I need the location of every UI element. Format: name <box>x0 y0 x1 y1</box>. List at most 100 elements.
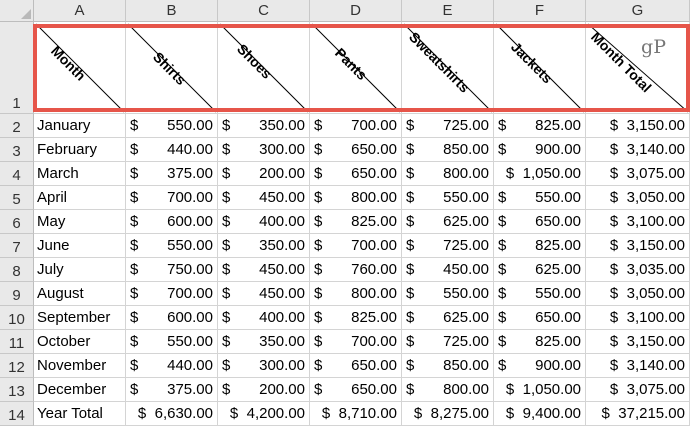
cell-amount[interactable]: $825.00 <box>310 210 402 234</box>
column-header-b[interactable]: B <box>126 0 218 22</box>
cell-amount[interactable]: $550.00 <box>494 186 586 210</box>
cell-amount[interactable]: $300.00 <box>218 138 310 162</box>
cell-amount[interactable]: $300.00 <box>218 354 310 378</box>
header-cell-month-total[interactable]: Month Total <box>586 22 690 114</box>
cell-month[interactable]: April <box>34 186 126 210</box>
cell-amount[interactable]: $450.00 <box>218 186 310 210</box>
cell-amount[interactable]: $350.00 <box>218 114 310 138</box>
cell-amount[interactable]: $650.00 <box>310 162 402 186</box>
cell-amount[interactable]: $625.00 <box>402 306 494 330</box>
cell-amount[interactable]: $650.00 <box>310 354 402 378</box>
cell-amount[interactable]: $850.00 <box>402 354 494 378</box>
select-all-corner[interactable] <box>0 0 34 22</box>
cell-amount[interactable]: $600.00 <box>126 306 218 330</box>
cell-amount[interactable]: $825.00 <box>494 330 586 354</box>
cell-amount[interactable]: $700.00 <box>310 234 402 258</box>
cell-amount[interactable]: $8,275.00 <box>402 402 494 426</box>
cell-amount[interactable]: $800.00 <box>310 282 402 306</box>
column-header-f[interactable]: F <box>494 0 586 22</box>
header-cell-pants[interactable]: Pants <box>310 22 402 114</box>
cell-amount[interactable]: $37,215.00 <box>586 402 690 426</box>
cell-amount[interactable]: $550.00 <box>126 114 218 138</box>
cell-month[interactable]: September <box>34 306 126 330</box>
header-cell-shirts[interactable]: Shirts <box>126 22 218 114</box>
cell-amount[interactable]: $625.00 <box>494 258 586 282</box>
cell-amount[interactable]: $700.00 <box>126 282 218 306</box>
cell-amount[interactable]: $440.00 <box>126 138 218 162</box>
cell-month[interactable]: Year Total <box>34 402 126 426</box>
cell-amount[interactable]: $3,140.00 <box>586 354 690 378</box>
cell-amount[interactable]: $550.00 <box>494 282 586 306</box>
cell-month[interactable]: June <box>34 234 126 258</box>
row-header-10[interactable]: 10 <box>0 306 34 330</box>
cell-amount[interactable]: $400.00 <box>218 306 310 330</box>
cell-month[interactable]: January <box>34 114 126 138</box>
row-header-4[interactable]: 4 <box>0 162 34 186</box>
cell-amount[interactable]: $900.00 <box>494 354 586 378</box>
cell-amount[interactable]: $375.00 <box>126 162 218 186</box>
cell-amount[interactable]: $825.00 <box>494 114 586 138</box>
row-header-6[interactable]: 6 <box>0 210 34 234</box>
cell-amount[interactable]: $3,100.00 <box>586 306 690 330</box>
cell-amount[interactable]: $725.00 <box>402 234 494 258</box>
cell-amount[interactable]: $3,075.00 <box>586 162 690 186</box>
cell-amount[interactable]: $760.00 <box>310 258 402 282</box>
cell-amount[interactable]: $650.00 <box>494 210 586 234</box>
row-header-5[interactable]: 5 <box>0 186 34 210</box>
cell-amount[interactable]: $3,035.00 <box>586 258 690 282</box>
cell-amount[interactable]: $3,050.00 <box>586 282 690 306</box>
row-header-9[interactable]: 9 <box>0 282 34 306</box>
column-header-g[interactable]: G <box>586 0 690 22</box>
cell-amount[interactable]: $350.00 <box>218 234 310 258</box>
column-header-c[interactable]: C <box>218 0 310 22</box>
row-header-2[interactable]: 2 <box>0 114 34 138</box>
cell-amount[interactable]: $6,630.00 <box>126 402 218 426</box>
cell-amount[interactable]: $9,400.00 <box>494 402 586 426</box>
cell-amount[interactable]: $3,050.00 <box>586 186 690 210</box>
cell-amount[interactable]: $200.00 <box>218 378 310 402</box>
cell-month[interactable]: March <box>34 162 126 186</box>
cell-amount[interactable]: $350.00 <box>218 330 310 354</box>
cell-amount[interactable]: $200.00 <box>218 162 310 186</box>
cell-amount[interactable]: $1,050.00 <box>494 378 586 402</box>
header-cell-shoes[interactable]: Shoes <box>218 22 310 114</box>
cell-amount[interactable]: $400.00 <box>218 210 310 234</box>
cell-amount[interactable]: $800.00 <box>310 186 402 210</box>
cell-amount[interactable]: $450.00 <box>218 258 310 282</box>
cell-month[interactable]: October <box>34 330 126 354</box>
cell-amount[interactable]: $825.00 <box>310 306 402 330</box>
cell-amount[interactable]: $800.00 <box>402 378 494 402</box>
cell-amount[interactable]: $550.00 <box>126 234 218 258</box>
cell-amount[interactable]: $3,140.00 <box>586 138 690 162</box>
row-header-7[interactable]: 7 <box>0 234 34 258</box>
column-header-d[interactable]: D <box>310 0 402 22</box>
cell-amount[interactable]: $700.00 <box>126 186 218 210</box>
row-header-13[interactable]: 13 <box>0 378 34 402</box>
cell-month[interactable]: November <box>34 354 126 378</box>
row-header-3[interactable]: 3 <box>0 138 34 162</box>
cell-amount[interactable]: $550.00 <box>402 282 494 306</box>
cell-amount[interactable]: $900.00 <box>494 138 586 162</box>
cell-amount[interactable]: $8,710.00 <box>310 402 402 426</box>
cell-amount[interactable]: $3,150.00 <box>586 114 690 138</box>
row-header-1[interactable]: 1 <box>0 22 34 114</box>
cell-amount[interactable]: $650.00 <box>310 138 402 162</box>
row-header-14[interactable]: 14 <box>0 402 34 426</box>
cell-amount[interactable]: $625.00 <box>402 210 494 234</box>
header-cell-month[interactable]: Month <box>34 22 126 114</box>
cell-amount[interactable]: $600.00 <box>126 210 218 234</box>
cell-amount[interactable]: $650.00 <box>310 378 402 402</box>
cell-month[interactable]: August <box>34 282 126 306</box>
cell-month[interactable]: May <box>34 210 126 234</box>
cell-amount[interactable]: $725.00 <box>402 330 494 354</box>
cell-amount[interactable]: $700.00 <box>310 114 402 138</box>
cell-amount[interactable]: $700.00 <box>310 330 402 354</box>
cell-amount[interactable]: $3,100.00 <box>586 210 690 234</box>
cell-amount[interactable]: $375.00 <box>126 378 218 402</box>
cell-amount[interactable]: $550.00 <box>402 186 494 210</box>
cell-amount[interactable]: $550.00 <box>126 330 218 354</box>
cell-amount[interactable]: $850.00 <box>402 138 494 162</box>
cell-amount[interactable]: $3,150.00 <box>586 330 690 354</box>
cell-amount[interactable]: $450.00 <box>402 258 494 282</box>
column-header-a[interactable]: A <box>34 0 126 22</box>
